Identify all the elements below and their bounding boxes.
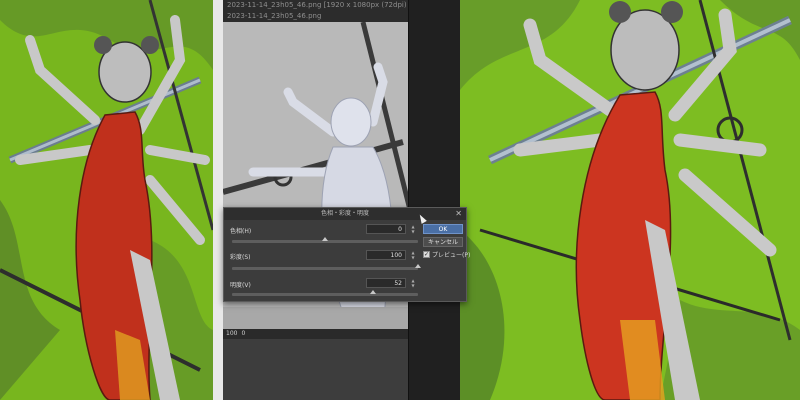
right-artwork-illustration [460,0,800,400]
ok-button[interactable]: OK [423,224,463,234]
side-panel-strip [408,0,460,400]
lightness-spinner[interactable]: ▲ ▼ [409,278,417,288]
cancel-button[interactable]: キャンセル [423,237,463,247]
saturation-slider[interactable] [232,264,421,270]
preview-checkbox[interactable]: ✓ [423,251,430,258]
hue-label: 色相(H) [230,228,252,235]
dialog-title-bar[interactable]: 色相・彩度・明度 ✕ [224,208,466,220]
spin-down-icon[interactable]: ▼ [409,283,417,288]
status-bar: 100 0 [223,329,408,339]
zoom-readout[interactable]: 100 [226,329,237,339]
hue-spinner[interactable]: ▲ ▼ [409,224,417,234]
spin-down-icon[interactable]: ▼ [409,229,417,234]
hue-slider-thumb[interactable] [322,237,328,241]
saturation-slider-thumb[interactable] [415,264,421,268]
hue-slider[interactable] [232,237,418,243]
close-icon[interactable]: ✕ [455,208,462,220]
saturation-spinner[interactable]: ▲ ▼ [409,250,417,260]
left-artwork-panel [0,0,213,400]
tab-title[interactable]: 2023-11-14_23h05_46.png [227,11,408,22]
app-window: 2023-11-14_23h05_46.png [1920 x 1080px (… [223,0,460,400]
angle-readout[interactable]: 0 [241,329,245,339]
hue-input[interactable]: 0 [366,224,406,234]
spin-down-icon[interactable]: ▼ [409,255,417,260]
preview-label: プレビュー(P) [432,252,471,259]
lightness-label: 明度(V) [230,282,251,289]
document-tab-bar[interactable]: 2023-11-14_23h05_46.png [1920 x 1080px (… [223,0,408,22]
saturation-input[interactable]: 100 [366,250,406,260]
lightness-slider[interactable] [232,290,418,296]
hue-saturation-lightness-dialog: 色相・彩度・明度 ✕ 色相(H) 0 ▲ ▼ 彩度(S) 100 ▲ ▼ 明度(V)… [223,207,470,302]
dialog-title: 色相・彩度・明度 [320,210,369,217]
lightness-input[interactable]: 52 [366,278,406,288]
right-artwork-panel [460,0,800,400]
saturation-label: 彩度(S) [230,254,251,261]
tab-title-full: 2023-11-14_23h05_46.png [1920 x 1080px (… [227,1,408,9]
preview-toggle[interactable]: ✓ プレビュー(P) [423,250,470,259]
lower-panel [223,339,408,400]
lightness-slider-thumb[interactable] [370,290,377,294]
left-artwork-illustration [0,0,213,400]
panel-divider [213,0,223,400]
